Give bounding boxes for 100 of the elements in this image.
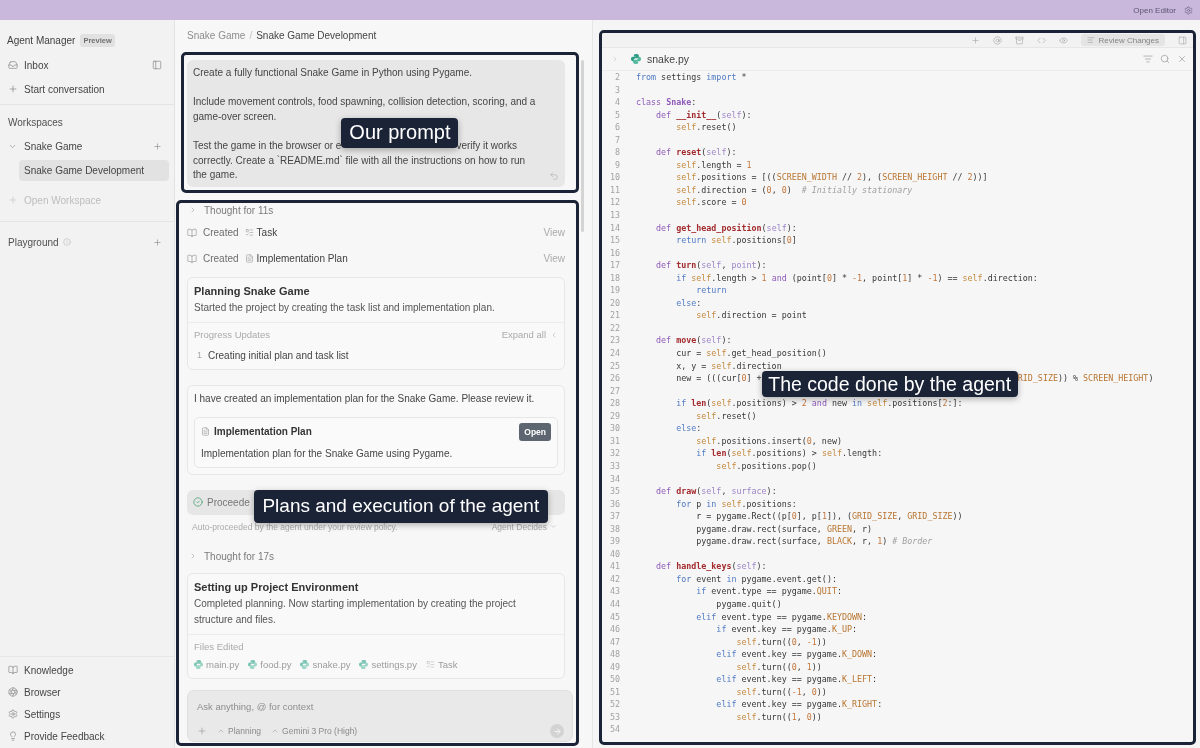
card-title: Planning Snake Game bbox=[194, 283, 311, 299]
open-editor-button[interactable]: Open Editor bbox=[1133, 5, 1176, 15]
line-number: 32 bbox=[608, 447, 621, 460]
chevron-up-icon bbox=[271, 727, 280, 735]
line-number: 15 bbox=[608, 234, 621, 247]
artifact-link[interactable]: Task bbox=[244, 227, 278, 239]
workspace-subitem[interactable]: Snake Game Development bbox=[19, 160, 169, 181]
chevron-up-icon bbox=[217, 727, 225, 735]
plus-icon[interactable] bbox=[153, 141, 162, 151]
send-button[interactable] bbox=[550, 724, 564, 738]
code-line: self.score = 0 bbox=[676, 196, 747, 209]
view-link[interactable]: View bbox=[543, 253, 565, 265]
workspace-item[interactable]: Snake Game bbox=[8, 140, 83, 152]
line-number: 29 bbox=[608, 409, 621, 423]
close-icon[interactable] bbox=[1177, 54, 1187, 64]
chevron-right-icon[interactable] bbox=[611, 55, 619, 63]
at-sign-icon[interactable] bbox=[992, 35, 1002, 45]
breadcrumb-link[interactable]: Snake Game bbox=[187, 29, 246, 41]
code-line: elif event.key == pygame.K_RIGHT: bbox=[716, 698, 883, 711]
line-number: 47 bbox=[608, 635, 621, 649]
line-number: 14 bbox=[608, 221, 621, 235]
plus-icon[interactable] bbox=[197, 726, 207, 736]
thought-toggle[interactable]: Thought for 11s bbox=[187, 202, 274, 218]
line-number: 36 bbox=[608, 497, 621, 511]
review-changes-button[interactable]: Review Changes bbox=[1080, 34, 1165, 46]
code-line: pygame.draw.rect(surface, BLACK, r, 1) # Border bbox=[696, 535, 933, 548]
message-input[interactable]: Ask anything, @ for context bbox=[197, 698, 564, 714]
browser-link[interactable]: Browser bbox=[8, 686, 61, 698]
code-line: self.reset() bbox=[696, 409, 757, 423]
panel-icon[interactable] bbox=[1178, 35, 1187, 45]
step-text: Creating initial plan and task list bbox=[208, 349, 349, 361]
artifact-link[interactable]: Implementation Plan bbox=[244, 253, 348, 265]
policy-note: Auto-proceeded by the agent under your review policy. bbox=[192, 521, 398, 532]
code-icon[interactable] bbox=[1036, 35, 1046, 45]
book-icon bbox=[187, 253, 197, 264]
code-line: elif event.key == pygame.K_DOWN: bbox=[716, 648, 878, 661]
feedback-link[interactable]: Provide Feedback bbox=[8, 730, 105, 742]
message-composer[interactable]: Ask anything, @ for context Planning Gemini 3 Pro (High) bbox=[187, 690, 573, 742]
card-title: Setting up Project Environment bbox=[194, 579, 360, 595]
new-conversation-link[interactable]: Start conversation bbox=[8, 83, 105, 95]
file-chip[interactable]: main.py bbox=[194, 659, 240, 671]
app-title: Agent Manager bbox=[7, 34, 76, 46]
settings-link[interactable]: Settings bbox=[8, 708, 61, 720]
line-number: 23 bbox=[608, 334, 621, 348]
line-number: 21 bbox=[608, 309, 621, 322]
file-type-icon bbox=[300, 660, 310, 670]
attachment-title: Implementation Plan bbox=[214, 426, 312, 438]
line-number: 17 bbox=[608, 259, 621, 272]
line-number: 11 bbox=[608, 183, 621, 197]
plus-icon[interactable] bbox=[970, 35, 980, 45]
open-button[interactable]: Open bbox=[519, 422, 551, 441]
created-label: Created bbox=[203, 227, 239, 239]
line-number: 4 bbox=[613, 96, 621, 109]
line-number: 34 bbox=[608, 472, 621, 486]
check-circle-icon bbox=[193, 497, 203, 508]
file-chip[interactable]: settings.py bbox=[359, 659, 417, 671]
file-chip[interactable]: food.py bbox=[248, 659, 292, 671]
prompt-text: verify it works bbox=[456, 139, 517, 151]
line-number: 9 bbox=[613, 158, 621, 172]
scrollbar-thumb[interactable] bbox=[581, 60, 584, 232]
view-link[interactable]: View bbox=[543, 227, 565, 239]
file-chip[interactable]: snake.py bbox=[300, 659, 351, 671]
file-chip[interactable]: Task bbox=[425, 659, 458, 671]
card-summary: Completed planning. Now starting implementation by creating the project structure and files. bbox=[194, 596, 517, 627]
code-line: for p in self.positions: bbox=[676, 497, 797, 511]
inbox-link[interactable]: Inbox bbox=[8, 59, 49, 71]
policy-dropdown[interactable]: Agent Decides bbox=[491, 521, 557, 532]
settings-icon[interactable] bbox=[1184, 5, 1193, 15]
file-tab[interactable]: snake.py bbox=[631, 53, 690, 65]
mode-dropdown[interactable]: Planning bbox=[217, 726, 262, 736]
filter-icon[interactable] bbox=[1143, 54, 1153, 64]
model-dropdown[interactable]: Gemini 3 Pro (High) bbox=[271, 726, 358, 736]
line-number: 24 bbox=[608, 347, 621, 360]
panel-toggle-icon[interactable] bbox=[152, 60, 162, 70]
search-icon[interactable] bbox=[1160, 54, 1170, 64]
code-line: if len(self.positions) > 2 and new in self.positions[2:]: bbox=[676, 397, 963, 410]
callout-label: Our prompt bbox=[341, 117, 459, 148]
code-line: elif event.key == pygame.K_LEFT: bbox=[716, 673, 878, 686]
line-number: 40 bbox=[608, 547, 621, 561]
callout-label: Plans and execution of the agent bbox=[253, 489, 548, 523]
line-number: 35 bbox=[608, 485, 621, 498]
code-line: def handle_keys(self): bbox=[656, 560, 767, 573]
aperture-icon bbox=[8, 687, 18, 697]
line-number: 37 bbox=[608, 510, 621, 523]
document-icon bbox=[244, 254, 254, 264]
undo-icon[interactable] bbox=[549, 170, 559, 181]
code-line: self.turn((-1, 0)) bbox=[736, 685, 827, 699]
knowledge-link[interactable]: Knowledge bbox=[8, 664, 74, 676]
line-number: 43 bbox=[608, 585, 621, 598]
archive-icon[interactable] bbox=[1014, 35, 1024, 45]
eye-icon[interactable] bbox=[1058, 35, 1068, 45]
plus-icon[interactable] bbox=[153, 237, 162, 247]
thought-toggle[interactable]: Thought for 17s bbox=[187, 548, 275, 564]
file-type-icon bbox=[631, 54, 641, 64]
line-number: 13 bbox=[608, 209, 621, 222]
prompt-text: Test the game in the browser or e bbox=[193, 139, 342, 151]
checklist-icon bbox=[244, 228, 254, 238]
file-type-icon bbox=[194, 660, 203, 670]
expand-all-button[interactable]: Expand all bbox=[501, 329, 558, 341]
code-line: r = pygame.Rect((p[0], p[1]), (GRID_SIZE, GRID_SIZE)) bbox=[696, 510, 963, 523]
